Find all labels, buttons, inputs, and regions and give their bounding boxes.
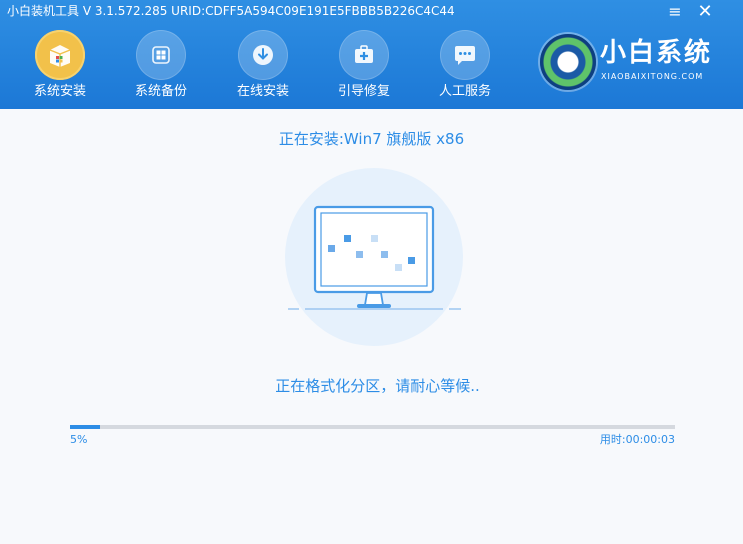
progress-fill <box>70 425 101 429</box>
chat-bubble-icon <box>440 30 490 80</box>
monitor-illustration-icon <box>283 167 465 347</box>
elapsed-time: 用时:00:00:03 <box>599 433 675 446</box>
close-icon[interactable]: ✕ <box>696 3 714 21</box>
brand-logo-icon <box>540 34 596 90</box>
nav-item-boot-repair[interactable]: 引导修复 <box>319 28 409 104</box>
install-panel: 正在安装:Win7 旗舰版 x86 正在格式化分区，请耐心等候.. 5% 用时:… <box>0 109 743 544</box>
header-bar: 小白装机工具 V 3.1.572.285 URID:CDFF5A594C09E1… <box>0 0 743 109</box>
menu-minimize-icon[interactable]: ≡ <box>666 3 684 21</box>
nav-item-manual-service[interactable]: 人工服务 <box>420 28 510 104</box>
package-icon <box>35 30 85 80</box>
installer-window: 小白装机工具 V 3.1.572.285 URID:CDFF5A594C09E1… <box>0 0 743 544</box>
brand-name: 小白系统 <box>600 38 713 68</box>
medical-kit-icon <box>339 30 389 80</box>
nav-item-system-backup[interactable]: 系统备份 <box>116 28 206 104</box>
nav-label: 人工服务 <box>438 84 491 99</box>
download-icon <box>238 30 288 80</box>
progress-bar <box>70 425 675 429</box>
nav-label: 系统安装 <box>33 84 86 99</box>
title-bar[interactable]: 小白装机工具 V 3.1.572.285 URID:CDFF5A594C09E1… <box>0 0 743 24</box>
brand-website: XIAOBAIXITONG.COM <box>601 72 704 81</box>
nav-label: 系统备份 <box>134 84 187 99</box>
status-message: 正在格式化分区，请耐心等候.. <box>275 377 480 395</box>
brand: 小白系统 XIAOBAIXITONG.COM <box>540 34 740 98</box>
nav-item-system-install[interactable]: 系统安装 <box>15 28 105 104</box>
install-title: 正在安装:Win7 旗舰版 x86 <box>278 130 465 148</box>
nav-label: 在线安装 <box>236 84 289 99</box>
progress-percent: 5% <box>70 433 88 446</box>
nav-label: 引导修复 <box>337 84 390 99</box>
windows-backup-icon <box>136 30 186 80</box>
nav-item-online-install[interactable]: 在线安装 <box>218 28 308 104</box>
window-title: 小白装机工具 V 3.1.572.285 URID:CDFF5A594C09E1… <box>7 4 455 18</box>
main-nav: 系统安装 系统备份 在线安装 引导修复 人工服务 <box>0 28 520 108</box>
